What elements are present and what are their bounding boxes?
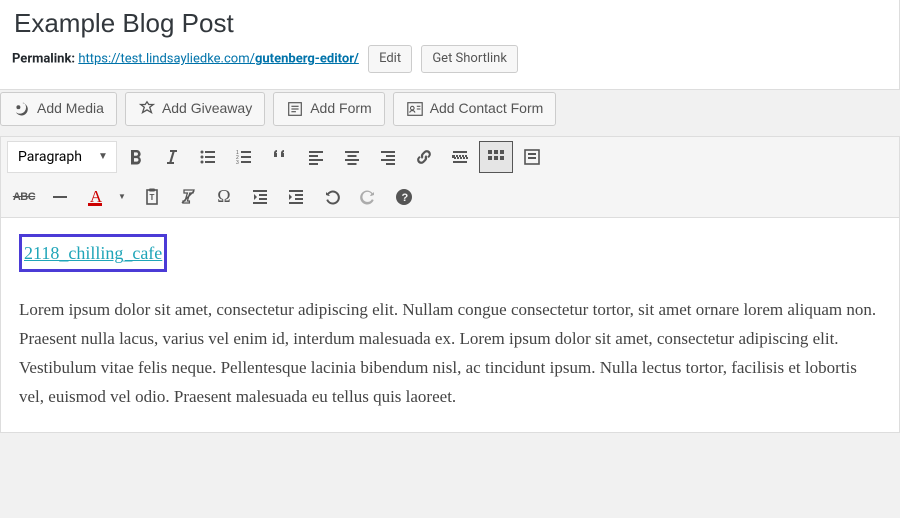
outdent-button[interactable]	[243, 181, 277, 213]
redo-button[interactable]	[351, 181, 385, 213]
indent-button[interactable]	[279, 181, 313, 213]
clear-formatting-button[interactable]	[171, 181, 205, 213]
align-left-button[interactable]	[299, 141, 333, 173]
add-form-button[interactable]: Add Form	[273, 92, 384, 126]
help-button[interactable]: ?	[387, 181, 421, 213]
form-icon	[286, 100, 304, 118]
more-button[interactable]	[443, 141, 477, 173]
chevron-down-icon: ▼	[98, 151, 108, 162]
permalink-row: Permalink: https://test.lindsayliedke.co…	[12, 43, 887, 83]
italic-button[interactable]	[155, 141, 189, 173]
contact-form-icon	[406, 100, 424, 118]
undo-button[interactable]	[315, 181, 349, 213]
svg-text:?: ?	[402, 192, 409, 204]
horizontal-rule-button[interactable]	[43, 181, 77, 213]
svg-text:3: 3	[236, 160, 239, 166]
add-media-button[interactable]: Add Media	[0, 92, 117, 126]
get-shortlink-button[interactable]: Get Shortlink	[421, 45, 518, 73]
special-char-button[interactable]: Ω	[207, 181, 241, 213]
svg-text:T: T	[150, 193, 155, 202]
fullscreen-button[interactable]	[515, 141, 549, 173]
giveaway-icon	[138, 100, 156, 118]
paragraph-text: Lorem ipsum dolor sit amet, consectetur …	[19, 296, 881, 412]
editor-content[interactable]: 2118_chilling_cafe Lorem ipsum dolor sit…	[1, 218, 899, 432]
permalink-label: Permalink:	[12, 51, 75, 66]
permalink-url[interactable]: https://test.lindsayliedke.com/gutenberg…	[78, 51, 359, 66]
blockquote-button[interactable]	[263, 141, 297, 173]
strikethrough-button[interactable]: ABC	[7, 181, 41, 213]
link-button[interactable]	[407, 141, 441, 173]
media-icon	[13, 100, 31, 118]
text-color-dropdown[interactable]: ▼	[115, 181, 133, 213]
post-title-input[interactable]	[12, 4, 887, 43]
align-center-button[interactable]	[335, 141, 369, 173]
paste-text-button[interactable]: T	[135, 181, 169, 213]
format-select[interactable]: Paragraph▼	[7, 141, 117, 173]
bullet-list-button[interactable]	[191, 141, 225, 173]
edit-permalink-button[interactable]: Edit	[368, 45, 412, 73]
toolbar-toggle-button[interactable]	[479, 141, 513, 173]
text-color-button[interactable]: A	[79, 181, 113, 213]
align-right-button[interactable]	[371, 141, 405, 173]
bold-button[interactable]	[119, 141, 153, 173]
add-contact-form-button[interactable]: Add Contact Form	[393, 92, 557, 126]
inserted-link[interactable]: 2118_chilling_cafe	[19, 234, 167, 273]
add-giveaway-button[interactable]: Add Giveaway	[125, 92, 265, 126]
numbered-list-button[interactable]: 123	[227, 141, 261, 173]
